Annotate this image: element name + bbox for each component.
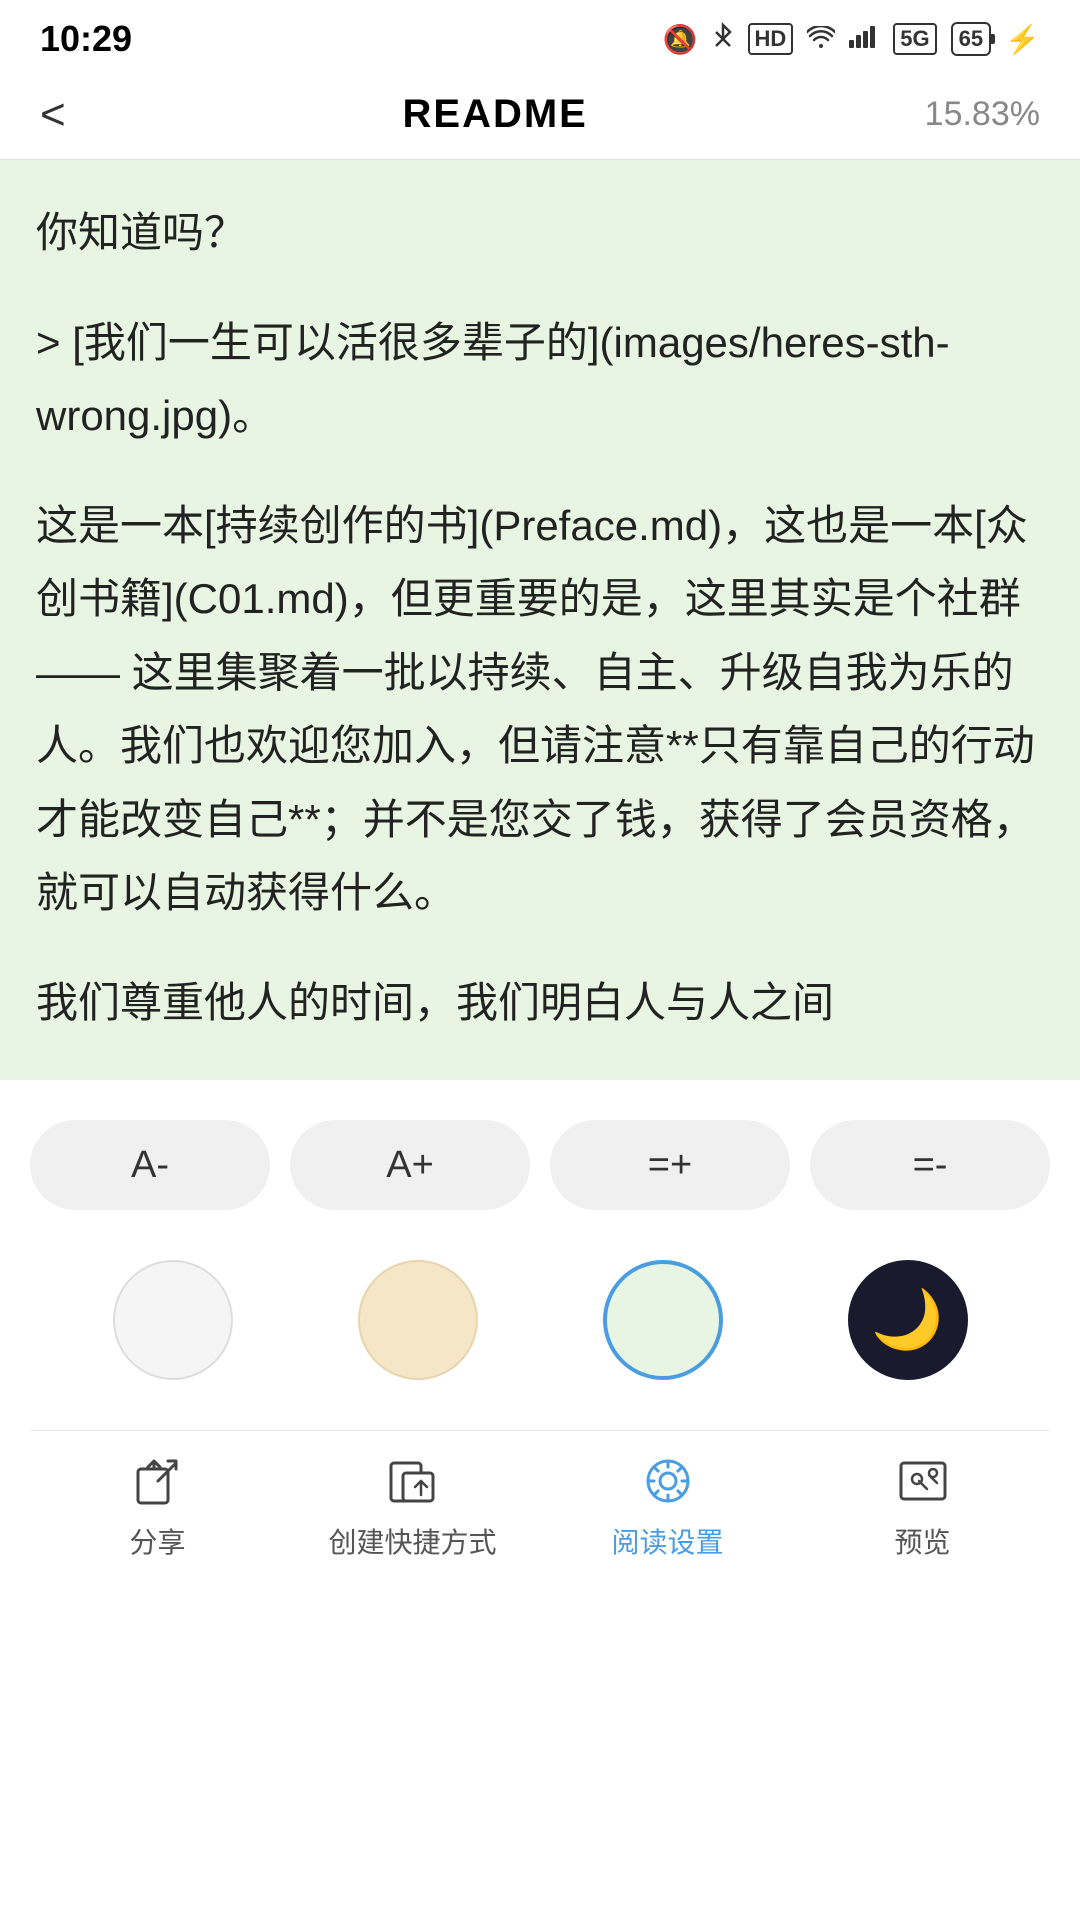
nav-settings-label: 阅读设置 [611, 1521, 723, 1561]
theme-selector: 🌙 [30, 1260, 1050, 1380]
bottom-controls: A- A+ =+ =- 🌙 分享 [0, 1080, 1080, 1601]
line-decrease-button[interactable]: =- [810, 1120, 1050, 1210]
line-increase-button[interactable]: =+ [550, 1120, 790, 1210]
nav-share[interactable]: 分享 [30, 1451, 285, 1561]
share-icon [128, 1451, 188, 1511]
theme-beige[interactable] [358, 1260, 478, 1380]
nav-preview-label: 预览 [894, 1521, 950, 1561]
content-paragraph-2: > [我们一生可以活很多辈子的](images/heres-sth-wrong.… [36, 306, 1044, 453]
hd-icon: HD [748, 23, 794, 55]
moon-icon: 🌙 [871, 1286, 943, 1354]
font-increase-button[interactable]: A+ [290, 1120, 530, 1210]
font-decrease-button[interactable]: A- [30, 1120, 270, 1210]
theme-white[interactable] [113, 1260, 233, 1380]
settings-icon [638, 1451, 698, 1511]
signal-icon [849, 23, 879, 55]
charging-icon: ⚡ [1005, 23, 1040, 56]
nav-settings[interactable]: 阅读设置 [540, 1451, 795, 1561]
content-body: 你知道吗？ > [我们一生可以活很多辈子的](images/heres-sth-… [36, 196, 1044, 1039]
shortcut-icon [383, 1451, 443, 1511]
bottom-nav: 分享 创建快捷方式 [30, 1430, 1050, 1601]
back-button[interactable]: < [40, 93, 66, 137]
reading-content: 你知道吗？ > [我们一生可以活很多辈子的](images/heres-sth-… [0, 160, 1080, 1080]
mute-icon: 🔕 [663, 23, 698, 56]
progress-indicator: 15.83% [925, 95, 1040, 134]
status-time: 10:29 [40, 18, 132, 60]
nav-shortcut-label: 创建快捷方式 [328, 1521, 496, 1561]
bluetooth-icon [712, 22, 734, 57]
header: < README 15.83% [0, 70, 1080, 160]
nav-share-label: 分享 [129, 1521, 185, 1561]
theme-dark[interactable]: 🌙 [848, 1260, 968, 1380]
theme-green[interactable] [603, 1260, 723, 1380]
preview-icon [893, 1451, 953, 1511]
5g-icon: 5G [893, 23, 936, 55]
battery-indicator: 65 [951, 22, 991, 56]
page-title: README [403, 92, 588, 137]
status-icons: 🔕 HD [663, 22, 1040, 57]
nav-shortcut[interactable]: 创建快捷方式 [285, 1451, 540, 1561]
nav-preview[interactable]: 预览 [795, 1451, 1050, 1561]
content-paragraph-3: 这是一本[持续创作的书](Preface.md)，这也是一本[众创书籍](C01… [36, 489, 1044, 930]
content-paragraph-4: 我们尊重他人的时间，我们明白人与人之间 [36, 966, 1044, 1040]
status-bar: 10:29 🔕 HD [0, 0, 1080, 70]
content-paragraph-1: 你知道吗？ [36, 196, 1044, 270]
font-controls: A- A+ =+ =- [30, 1120, 1050, 1210]
wifi-icon [807, 23, 835, 55]
